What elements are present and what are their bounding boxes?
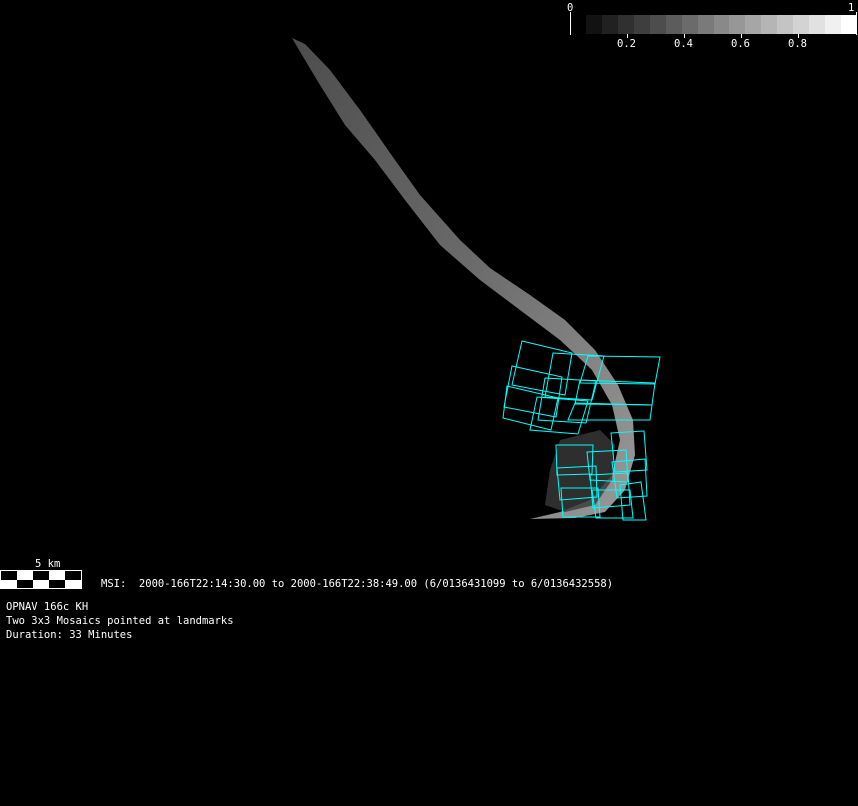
colorbar-min-label: 0 [567,2,574,14]
scale-bar-segment [49,579,65,588]
colorbar-level [793,15,810,34]
colorbar-level [633,15,651,34]
image-footprint [503,365,563,418]
colorbar-level [649,15,667,34]
colorbar-level [617,15,635,34]
scale-bar-segment [1,571,17,580]
colorbar-max-label: 1 [848,2,855,14]
colorbar-level [586,15,603,34]
colorbar-level [697,15,715,34]
colorbar-level [729,15,746,34]
observation-description: Two 3x3 Mosaics pointed at landmarks [6,615,234,627]
colorbar-level [681,15,699,34]
colorbar-level [841,15,858,34]
asteroid-scene [292,38,661,521]
colorbar-level [745,15,762,34]
scale-bar-segment [65,571,81,580]
colorbar-level [809,15,826,34]
scale-bar-segment [17,579,33,588]
colorbar-level [825,15,842,34]
colorbar-level [665,15,683,34]
scale-bar-label: 5 km [35,558,61,570]
scale-bar-segment [33,571,49,580]
colorbar-tick-label: 0.2 [617,38,636,50]
colorbar-tick-label: 0.6 [731,38,750,50]
colorbar-level [777,15,794,34]
observation-timespan: MSI: 2000-166T22:14:30.00 to 2000-166T22… [101,578,614,590]
colorbar-tick-label: 0.8 [788,38,807,50]
observation-duration: Duration: 33 Minutes [6,629,133,641]
image-footprint [567,402,653,421]
colorbar-min-tick [570,12,571,35]
colorbar-tick-label: 0.4 [674,38,693,50]
colorbar-level [601,15,619,34]
observation-title: OPNAV 166c KH [6,601,89,613]
colorbar-level [713,15,730,34]
colorbar-level [761,15,778,34]
